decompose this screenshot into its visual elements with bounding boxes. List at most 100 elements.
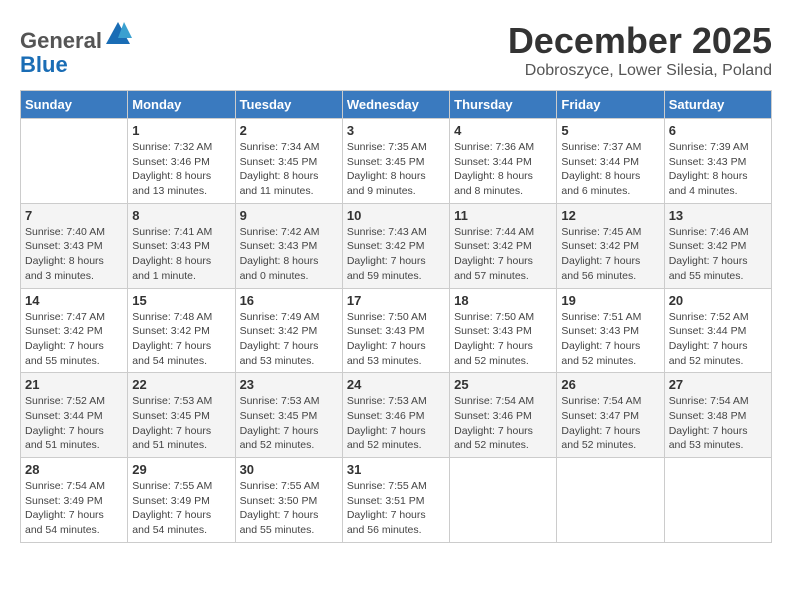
calendar-cell: 1 Sunrise: 7:32 AM Sunset: 3:46 PM Daylig… [128, 119, 235, 204]
day-number: 9 [240, 208, 338, 223]
calendar-cell: 24 Sunrise: 7:53 AM Sunset: 3:46 PM Dayli… [342, 373, 449, 458]
calendar-cell: 25 Sunrise: 7:54 AM Sunset: 3:46 PM Dayli… [450, 373, 557, 458]
calendar-week-row: 1 Sunrise: 7:32 AM Sunset: 3:46 PM Daylig… [21, 119, 772, 204]
day-number: 3 [347, 123, 445, 138]
day-number: 23 [240, 377, 338, 392]
day-info: Sunrise: 7:45 AM Sunset: 3:42 PM Dayligh… [561, 225, 659, 284]
title-block: December 2025 Dobroszyce, Lower Silesia,… [508, 20, 772, 80]
day-number: 1 [132, 123, 230, 138]
day-number: 12 [561, 208, 659, 223]
calendar-cell: 27 Sunrise: 7:54 AM Sunset: 3:48 PM Dayli… [664, 373, 771, 458]
day-number: 30 [240, 462, 338, 477]
weekday-header: Tuesday [235, 91, 342, 119]
calendar-cell: 6Sunrise: 7:39 AM Sunset: 3:43 PM Daylig… [664, 119, 771, 204]
logo-blue: Blue [20, 52, 68, 77]
month-title: December 2025 [508, 20, 772, 62]
calendar-cell: 16 Sunrise: 7:49 AM Sunset: 3:42 PM Dayli… [235, 288, 342, 373]
calendar-cell: 26 Sunrise: 7:54 AM Sunset: 3:47 PM Dayli… [557, 373, 664, 458]
calendar-cell: 22 Sunrise: 7:53 AM Sunset: 3:45 PM Dayli… [128, 373, 235, 458]
day-info: Sunrise: 7:53 AM Sunset: 3:45 PM Dayligh… [132, 394, 230, 453]
logo-icon [104, 20, 132, 48]
day-info: Sunrise: 7:34 AM Sunset: 3:45 PM Dayligh… [240, 140, 338, 199]
calendar-week-row: 7 Sunrise: 7:40 AM Sunset: 3:43 PM Daylig… [21, 203, 772, 288]
day-info: Sunrise: 7:47 AM Sunset: 3:42 PM Dayligh… [25, 310, 123, 369]
calendar-week-row: 21 Sunrise: 7:52 AM Sunset: 3:44 PM Dayli… [21, 373, 772, 458]
calendar-cell: 8Sunrise: 7:41 AM Sunset: 3:43 PM Daylig… [128, 203, 235, 288]
calendar-week-row: 28 Sunrise: 7:54 AM Sunset: 3:49 PM Dayli… [21, 458, 772, 543]
calendar-cell: 14 Sunrise: 7:47 AM Sunset: 3:42 PM Dayli… [21, 288, 128, 373]
day-info: Sunrise: 7:51 AM Sunset: 3:43 PM Dayligh… [561, 310, 659, 369]
calendar-cell: 11 Sunrise: 7:44 AM Sunset: 3:42 PM Dayli… [450, 203, 557, 288]
day-number: 28 [25, 462, 123, 477]
day-info: Sunrise: 7:54 AM Sunset: 3:47 PM Dayligh… [561, 394, 659, 453]
calendar-cell [664, 458, 771, 543]
day-info: Sunrise: 7:55 AM Sunset: 3:51 PM Dayligh… [347, 479, 445, 538]
day-number: 26 [561, 377, 659, 392]
day-number: 27 [669, 377, 767, 392]
calendar-cell: 7 Sunrise: 7:40 AM Sunset: 3:43 PM Daylig… [21, 203, 128, 288]
calendar-table: SundayMondayTuesdayWednesdayThursdayFrid… [20, 90, 772, 543]
calendar-cell: 5Sunrise: 7:37 AM Sunset: 3:44 PM Daylig… [557, 119, 664, 204]
day-number: 19 [561, 293, 659, 308]
day-info: Sunrise: 7:55 AM Sunset: 3:50 PM Dayligh… [240, 479, 338, 538]
day-number: 11 [454, 208, 552, 223]
weekday-header: Monday [128, 91, 235, 119]
day-number: 7 [25, 208, 123, 223]
calendar-cell: 18Sunrise: 7:50 AM Sunset: 3:43 PM Dayli… [450, 288, 557, 373]
day-info: Sunrise: 7:50 AM Sunset: 3:43 PM Dayligh… [347, 310, 445, 369]
day-number: 13 [669, 208, 767, 223]
day-number: 24 [347, 377, 445, 392]
day-info: Sunrise: 7:44 AM Sunset: 3:42 PM Dayligh… [454, 225, 552, 284]
day-number: 21 [25, 377, 123, 392]
calendar-cell [450, 458, 557, 543]
calendar-cell: 15 Sunrise: 7:48 AM Sunset: 3:42 PM Dayli… [128, 288, 235, 373]
calendar-cell: 23 Sunrise: 7:53 AM Sunset: 3:45 PM Dayli… [235, 373, 342, 458]
calendar-cell: 28 Sunrise: 7:54 AM Sunset: 3:49 PM Dayli… [21, 458, 128, 543]
day-info: Sunrise: 7:54 AM Sunset: 3:49 PM Dayligh… [25, 479, 123, 538]
day-info: Sunrise: 7:48 AM Sunset: 3:42 PM Dayligh… [132, 310, 230, 369]
day-number: 15 [132, 293, 230, 308]
calendar-cell: 29Sunrise: 7:55 AM Sunset: 3:49 PM Dayli… [128, 458, 235, 543]
calendar-cell [557, 458, 664, 543]
day-info: Sunrise: 7:39 AM Sunset: 3:43 PM Dayligh… [669, 140, 767, 199]
day-number: 16 [240, 293, 338, 308]
day-info: Sunrise: 7:52 AM Sunset: 3:44 PM Dayligh… [25, 394, 123, 453]
day-number: 8 [132, 208, 230, 223]
day-number: 25 [454, 377, 552, 392]
calendar-cell: 2Sunrise: 7:34 AM Sunset: 3:45 PM Daylig… [235, 119, 342, 204]
page-header: General Blue December 2025 Dobroszyce, L… [20, 20, 772, 80]
day-info: Sunrise: 7:32 AM Sunset: 3:46 PM Dayligh… [132, 140, 230, 199]
day-info: Sunrise: 7:49 AM Sunset: 3:42 PM Dayligh… [240, 310, 338, 369]
day-info: Sunrise: 7:53 AM Sunset: 3:45 PM Dayligh… [240, 394, 338, 453]
logo: General Blue [20, 20, 132, 77]
day-info: Sunrise: 7:50 AM Sunset: 3:43 PM Dayligh… [454, 310, 552, 369]
day-info: Sunrise: 7:35 AM Sunset: 3:45 PM Dayligh… [347, 140, 445, 199]
location-subtitle: Dobroszyce, Lower Silesia, Poland [508, 62, 772, 80]
calendar-cell: 12 Sunrise: 7:45 AM Sunset: 3:42 PM Dayli… [557, 203, 664, 288]
calendar-cell: 21 Sunrise: 7:52 AM Sunset: 3:44 PM Dayli… [21, 373, 128, 458]
day-info: Sunrise: 7:46 AM Sunset: 3:42 PM Dayligh… [669, 225, 767, 284]
day-number: 22 [132, 377, 230, 392]
day-info: Sunrise: 7:54 AM Sunset: 3:46 PM Dayligh… [454, 394, 552, 453]
calendar-cell: 31 Sunrise: 7:55 AM Sunset: 3:51 PM Dayli… [342, 458, 449, 543]
calendar-cell: 10Sunrise: 7:43 AM Sunset: 3:42 PM Dayli… [342, 203, 449, 288]
day-info: Sunrise: 7:53 AM Sunset: 3:46 PM Dayligh… [347, 394, 445, 453]
calendar-cell: 30 Sunrise: 7:55 AM Sunset: 3:50 PM Dayli… [235, 458, 342, 543]
day-info: Sunrise: 7:37 AM Sunset: 3:44 PM Dayligh… [561, 140, 659, 199]
calendar-cell: 19 Sunrise: 7:51 AM Sunset: 3:43 PM Dayli… [557, 288, 664, 373]
calendar-cell [21, 119, 128, 204]
day-number: 31 [347, 462, 445, 477]
day-number: 20 [669, 293, 767, 308]
day-info: Sunrise: 7:36 AM Sunset: 3:44 PM Dayligh… [454, 140, 552, 199]
day-number: 14 [25, 293, 123, 308]
calendar-week-row: 14 Sunrise: 7:47 AM Sunset: 3:42 PM Dayli… [21, 288, 772, 373]
day-info: Sunrise: 7:54 AM Sunset: 3:48 PM Dayligh… [669, 394, 767, 453]
calendar-cell: 13 Sunrise: 7:46 AM Sunset: 3:42 PM Dayli… [664, 203, 771, 288]
day-number: 17 [347, 293, 445, 308]
calendar-cell: 9Sunrise: 7:42 AM Sunset: 3:43 PM Daylig… [235, 203, 342, 288]
calendar-cell: 3 Sunrise: 7:35 AM Sunset: 3:45 PM Daylig… [342, 119, 449, 204]
day-info: Sunrise: 7:40 AM Sunset: 3:43 PM Dayligh… [25, 225, 123, 284]
calendar-cell: 17 Sunrise: 7:50 AM Sunset: 3:43 PM Dayli… [342, 288, 449, 373]
day-info: Sunrise: 7:43 AM Sunset: 3:42 PM Dayligh… [347, 225, 445, 284]
weekday-header: Sunday [21, 91, 128, 119]
